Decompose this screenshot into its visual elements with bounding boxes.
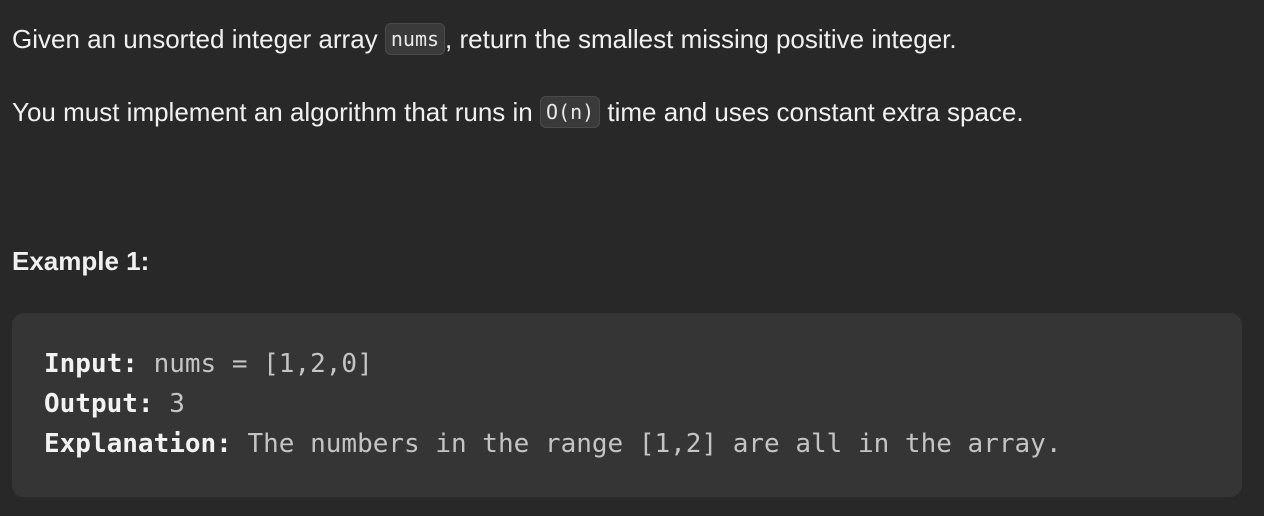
- statement-text-after: , return the smallest missing positive i…: [445, 24, 957, 54]
- inline-code-nums: nums: [384, 23, 446, 55]
- example-title: Example 1:: [12, 246, 150, 276]
- input-label: Input:: [44, 349, 138, 379]
- inline-code-complexity: O(n): [539, 96, 601, 128]
- requirement-text-before: You must implement an algorithm that run…: [12, 97, 540, 127]
- output-label: Output:: [44, 389, 154, 419]
- complexity-requirement: You must implement an algorithm that run…: [12, 96, 1024, 130]
- example-code-block: Input: nums = [1,2,0] Output: 3 Explanatio…: [12, 313, 1242, 497]
- example-lines: Input: nums = [1,2,0] Output: 3 Explanatio…: [44, 344, 1061, 464]
- example-explanation-line: Explanation: The numbers in the range [1…: [44, 424, 1061, 464]
- explanation-value: The numbers in the range [1,2] are all i…: [231, 429, 1062, 459]
- requirement-text-after: time and uses constant extra space.: [600, 97, 1024, 127]
- example-output-line: Output: 3: [44, 384, 1061, 424]
- output-value: 3: [153, 389, 185, 419]
- explanation-label: Explanation:: [44, 429, 232, 459]
- problem-statement: Given an unsorted integer array nums, re…: [12, 23, 957, 57]
- example-input-line: Input: nums = [1,2,0]: [44, 344, 1061, 384]
- statement-text-before: Given an unsorted integer array: [12, 24, 385, 54]
- input-value: nums = [1,2,0]: [137, 349, 373, 379]
